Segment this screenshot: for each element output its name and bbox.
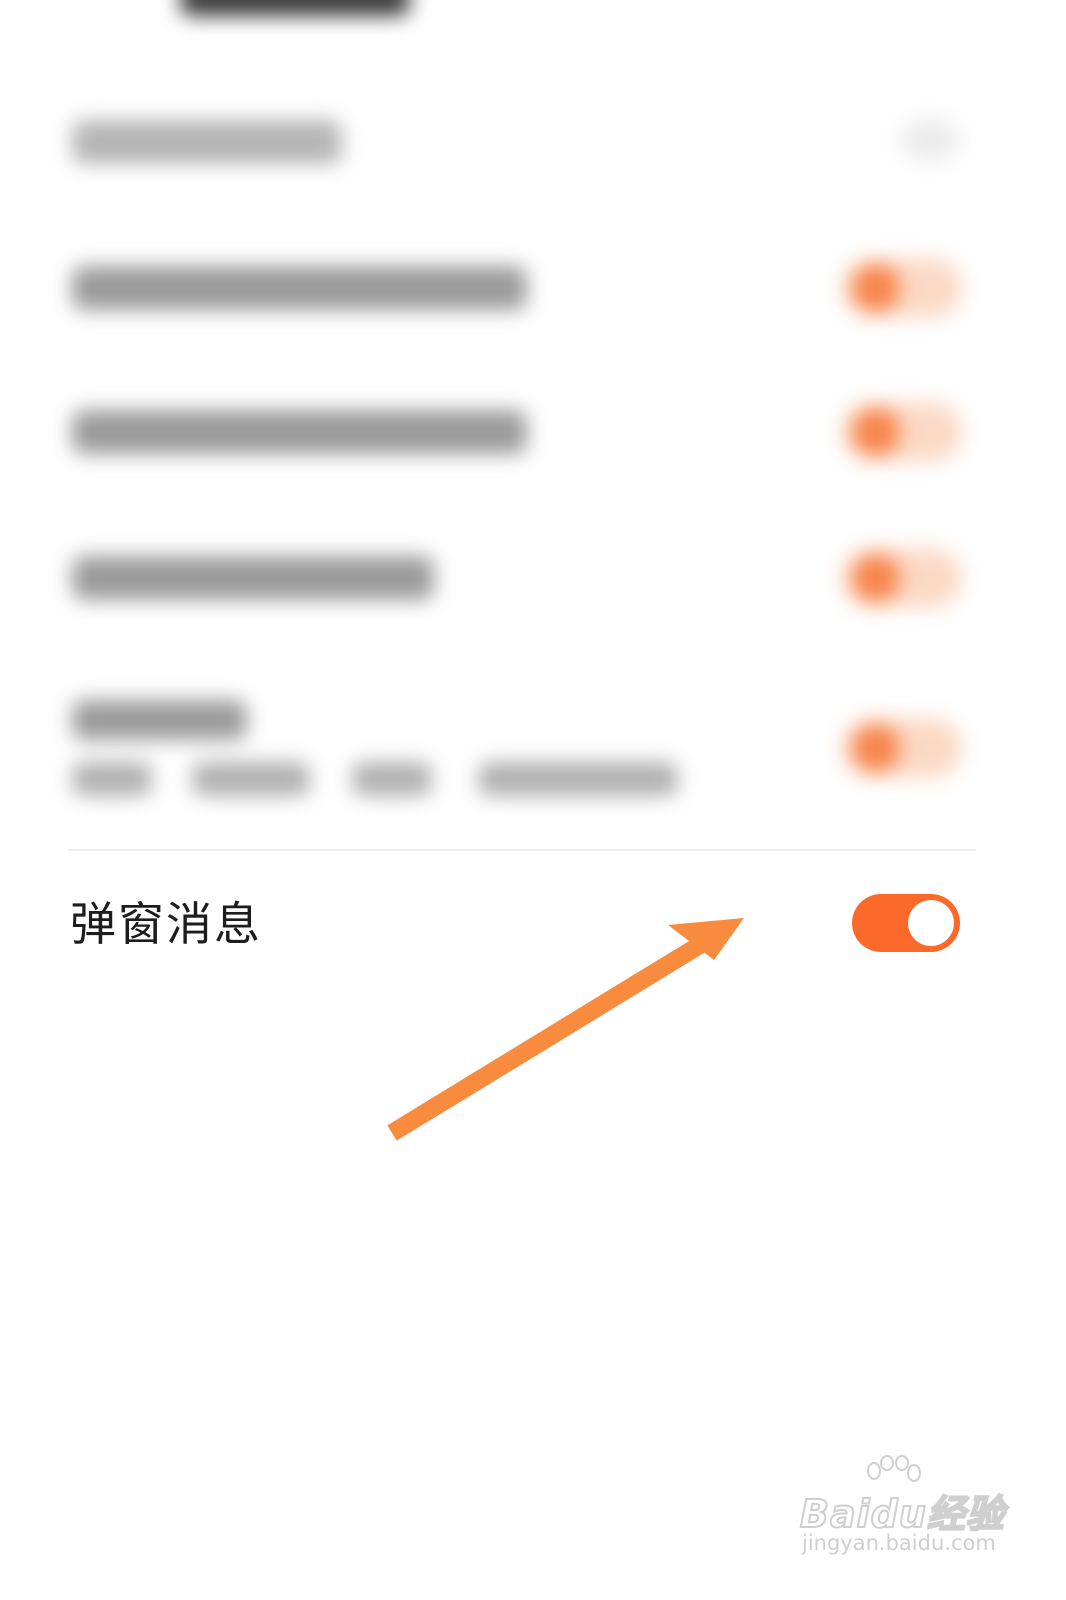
blurred-toggle	[842, 258, 962, 318]
blurred-row-label	[72, 120, 342, 164]
popup-message-label: 弹窗消息	[70, 897, 262, 951]
blurred-title	[180, 0, 410, 16]
blurred-settings-area	[0, 0, 1066, 850]
blurred-row-sub	[192, 762, 310, 796]
blurred-chevron	[900, 118, 960, 162]
toggle-thumb	[908, 900, 954, 946]
popup-message-toggle[interactable]	[852, 894, 960, 952]
blurred-toggle	[842, 548, 962, 608]
blurred-row-label	[72, 410, 527, 454]
watermark-url: jingyan.baidu.com	[802, 1531, 996, 1555]
setting-row-popup-message: 弹窗消息	[0, 860, 1066, 990]
row-divider	[68, 849, 976, 851]
baidu-jingyan-watermark: Baidu经验 jingyan.baidu.com	[799, 1455, 1005, 1565]
blurred-row-sub	[478, 762, 678, 796]
blurred-row-label	[72, 556, 434, 600]
settings-screen: 弹窗消息 Baidu经验 jingyan.baidu.com	[0, 0, 1066, 1600]
blurred-row-label	[72, 266, 527, 310]
blurred-row-label	[72, 700, 247, 740]
blurred-row-sub	[352, 762, 432, 796]
blurred-row-sub	[72, 762, 152, 796]
watermark-brand: Baidu经验	[799, 1491, 1005, 1537]
blurred-toggle	[842, 718, 962, 778]
blurred-toggle	[842, 402, 962, 462]
